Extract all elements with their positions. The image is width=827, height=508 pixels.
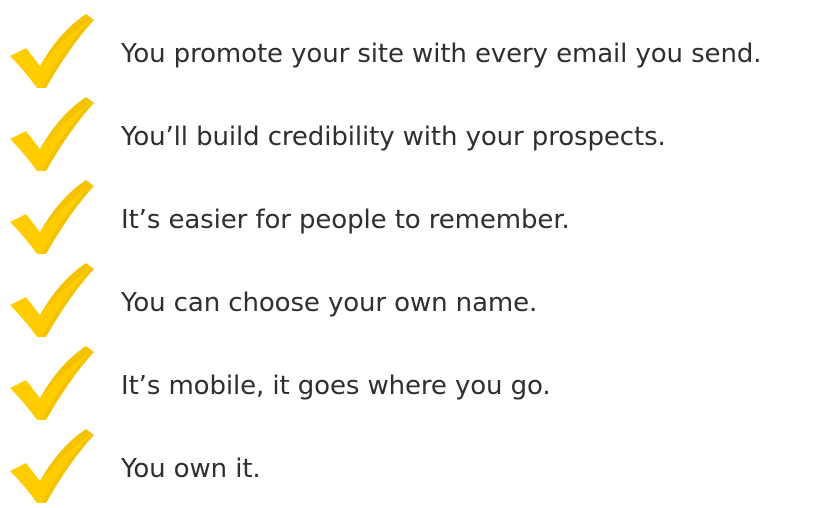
checklist-item: You promote your site with every email y…	[0, 8, 827, 92]
checklist-item-label: You own it.	[121, 454, 261, 484]
checklist-item: It’s easier for people to remember.	[0, 174, 827, 258]
checklist-item-label: It’s mobile, it goes where you go.	[121, 371, 551, 401]
checklist-item-label: You can choose your own name.	[121, 288, 538, 318]
checklist-item-label: It’s easier for people to remember.	[121, 205, 570, 235]
checkmark-icon	[4, 8, 96, 92]
checklist-item-label: You promote your site with every email y…	[121, 39, 762, 69]
checkmark-icon	[4, 423, 96, 507]
checkmark-icon	[4, 257, 96, 341]
checklist-item: You can choose your own name.	[0, 257, 827, 341]
checkmark-icon	[4, 340, 96, 424]
checklist-item-label: You’ll build credibility with your prosp…	[121, 122, 666, 152]
benefits-checklist: You promote your site with every email y…	[0, 0, 827, 508]
checkmark-icon	[4, 91, 96, 175]
checklist-item: It’s mobile, it goes where you go.	[0, 340, 827, 424]
checkmark-icon	[4, 174, 96, 258]
checklist-item: You own it.	[0, 423, 827, 507]
checklist-item: You’ll build credibility with your prosp…	[0, 91, 827, 175]
